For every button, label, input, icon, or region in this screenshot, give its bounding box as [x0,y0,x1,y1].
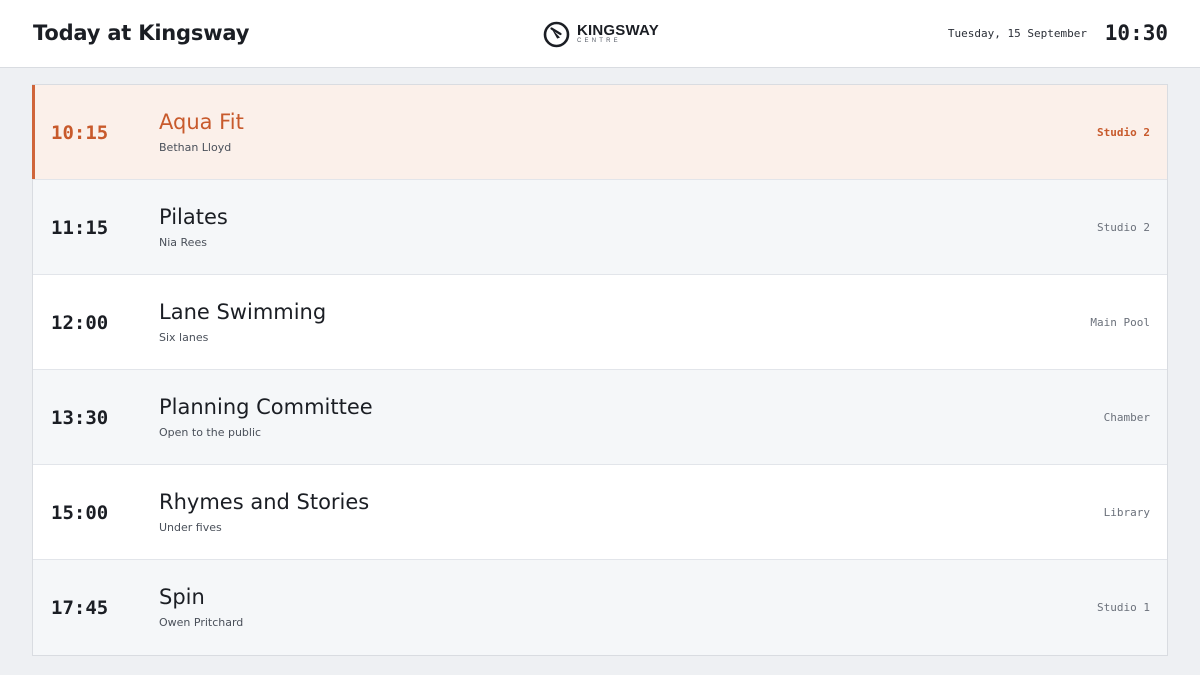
current-indicator [32,85,35,179]
schedule-list: 10:15 Aqua Fit Bethan Lloyd Studio 2 11:… [32,84,1168,656]
schedule-row: 11:15 Pilates Nia Rees Studio 2 [33,180,1167,275]
session-title: Pilates [159,205,228,229]
current-date: Tuesday, 15 September [947,27,1087,40]
kingsway-logo-mark-icon [543,21,570,48]
session-title: Aqua Fit [159,110,244,134]
session-title: Spin [159,585,205,609]
session-title: Lane Swimming [159,300,327,324]
current-time: 10:30 [1104,21,1168,45]
session-subtitle: Six lanes [159,331,209,344]
session-subtitle: Open to the public [159,426,262,439]
session-title: Planning Committee [159,395,373,419]
logo-subtitle: CENTRE [577,38,621,44]
session-venue: Library [1103,506,1150,519]
header: Today at Kingsway KINGSWAY CENTRE Tuesda… [0,0,1200,68]
schedule-row: 15:00 Rhymes and Stories Under fives Lib… [33,465,1167,560]
session-venue: Chamber [1103,411,1150,424]
session-venue: Studio 1 [1097,601,1150,614]
session-subtitle: Nia Rees [159,236,207,249]
session-time: 11:15 [51,217,109,239]
session-subtitle: Bethan Lloyd [159,141,232,154]
session-time: 13:30 [51,407,109,429]
session-title: Rhymes and Stories [159,490,370,514]
schedule-row: 13:30 Planning Committee Open to the pub… [33,370,1167,465]
session-venue: Studio 2 [1097,126,1150,139]
schedule-row: 17:45 Spin Owen Pritchard Studio 1 [33,560,1167,655]
schedule-row: 10:15 Aqua Fit Bethan Lloyd Studio 2 [32,85,1167,180]
page-title: Today at Kingsway [33,21,250,45]
session-time: 15:00 [51,502,109,524]
logo-name: KINGSWAY [577,22,659,39]
session-time: 17:45 [51,597,109,619]
session-subtitle: Under fives [159,521,222,534]
session-time: 12:00 [51,312,109,334]
session-venue: Main Pool [1090,316,1150,329]
session-subtitle: Owen Pritchard [159,616,244,629]
schedule-row: 12:00 Lane Swimming Six lanes Main Pool [33,275,1167,370]
session-time: 10:15 [51,122,109,144]
session-venue: Studio 2 [1097,221,1150,234]
